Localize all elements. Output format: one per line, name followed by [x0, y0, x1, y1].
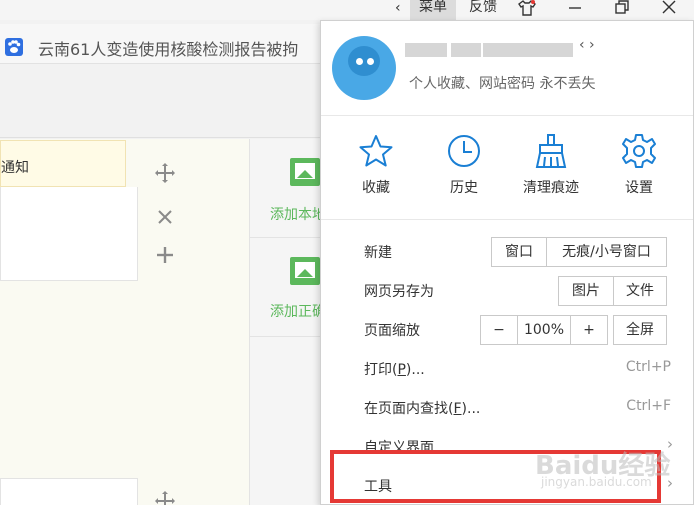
menu-item-print[interactable]: 打印(P)... Ctrl+P: [321, 349, 693, 388]
save-as-file-button[interactable]: 文件: [613, 276, 667, 306]
minimize-icon[interactable]: [567, 0, 585, 20]
customize-label: 自定义界面: [364, 440, 434, 456]
skin-shirt-icon[interactable]: [518, 0, 536, 20]
profile-slogan: 个人收藏、网站密码 永不丢失: [409, 76, 596, 92]
menu-row-save-as: 网页另存为 图片 文件: [321, 271, 693, 310]
tab-active[interactable]: 云南61人变造使用核酸检测报告被拘: [0, 30, 330, 60]
zoom-level-value: 100%: [517, 315, 571, 345]
clear-traces-label: 清理痕迹: [523, 180, 579, 196]
settings-button[interactable]: 设置: [609, 133, 669, 197]
new-label: 新建: [364, 245, 392, 261]
menu-item-find[interactable]: 在页面内查找(F)... Ctrl+F: [321, 388, 693, 427]
zoom-label: 页面缩放: [364, 323, 420, 339]
save-as-image-button[interactable]: 图片: [558, 276, 614, 306]
print-shortcut: Ctrl+P: [625, 359, 671, 375]
notice-banner[interactable]: 通知: [0, 140, 126, 187]
username-redacted: [405, 43, 447, 57]
feedback-button[interactable]: 反馈: [466, 0, 500, 20]
zoom-in-button[interactable]: +: [570, 315, 608, 345]
find-label: 在页面内查找(F)...: [364, 398, 480, 418]
add-local-block[interactable]: 添加本地: [250, 140, 330, 238]
print-label: 打印(P)...: [364, 359, 425, 379]
mascot-eye: [367, 58, 374, 65]
content-card: [0, 187, 138, 281]
find-label-prefix: 在页面内查找(: [364, 401, 454, 417]
content-card-bottom: [0, 478, 138, 505]
move-icon-bottom[interactable]: [153, 490, 177, 505]
username-redacted: [451, 43, 481, 57]
print-label-suffix: )...: [405, 362, 425, 378]
print-label-prefix: 打印(: [364, 362, 398, 378]
history-label: 历史: [450, 180, 478, 196]
broom-icon: [535, 134, 567, 168]
restore-icon[interactable]: [614, 0, 632, 20]
quick-actions: 收藏 历史 清理痕迹 设置: [321, 117, 693, 220]
tab-title: 云南61人变造使用核酸检测报告被拘: [38, 40, 299, 59]
chevron-right-icon: ›: [667, 435, 673, 453]
add-correct-label: 添加正确: [270, 304, 326, 320]
settings-label: 设置: [625, 180, 653, 196]
find-label-suffix: )...: [461, 401, 481, 417]
star-icon: [359, 135, 393, 167]
tools-label: 工具: [364, 479, 392, 495]
chevron-right-icon: ›: [667, 474, 673, 492]
avatar[interactable]: [332, 36, 396, 100]
find-shortcut: Ctrl+F: [626, 398, 671, 414]
baidu-paw-icon: [5, 38, 23, 56]
close-icon[interactable]: [661, 0, 679, 20]
find-label-key: F: [453, 401, 462, 417]
move-icon[interactable]: [153, 162, 177, 186]
clear-traces-button[interactable]: 清理痕迹: [521, 133, 581, 197]
gear-icon: [622, 134, 656, 168]
collapse-chevron-icon[interactable]: ‹: [395, 0, 407, 20]
zoom-out-button[interactable]: −: [480, 315, 518, 345]
menu-button[interactable]: 菜单: [410, 0, 456, 20]
plus-icon[interactable]: [153, 245, 177, 269]
add-correct-block[interactable]: 添加正确: [250, 239, 330, 337]
fullscreen-button[interactable]: 全屏: [613, 315, 667, 345]
image-icon: [290, 158, 320, 186]
octopus-mascot-icon: [348, 46, 380, 76]
menu-item-tools[interactable]: 工具 ›: [321, 466, 693, 504]
close-x-icon[interactable]: [153, 205, 177, 229]
history-button[interactable]: 历史: [434, 133, 494, 197]
menu-row-new: 新建 窗口 无痕/小号窗口: [321, 232, 693, 271]
profile-section[interactable]: ‹ › 个人收藏、网站密码 永不丢失: [321, 21, 693, 116]
favorites-button[interactable]: 收藏: [346, 133, 406, 197]
main-menu-dropdown: ‹ › 个人收藏、网站密码 永不丢失 收藏 历史 清理痕迹 设置 新建 窗口 无…: [320, 20, 694, 505]
clock-icon: [448, 135, 480, 167]
print-label-key: P: [397, 362, 406, 378]
favorites-label: 收藏: [362, 180, 390, 196]
mascot-eye: [356, 58, 363, 65]
image-icon: [290, 257, 320, 285]
window-titlebar: ‹ 菜单 反馈: [0, 0, 694, 20]
add-local-label: 添加本地: [270, 207, 326, 223]
save-as-label: 网页另存为: [364, 284, 434, 300]
profile-chevron-icon: ‹ ›: [579, 37, 595, 53]
menu-item-customize[interactable]: 自定义界面 ›: [321, 427, 693, 466]
menu-row-zoom: 页面缩放 − 100% + 全屏: [321, 310, 693, 349]
username-redacted: [483, 43, 573, 57]
new-window-button[interactable]: 窗口: [491, 237, 547, 267]
new-incognito-window-button[interactable]: 无痕/小号窗口: [546, 237, 667, 267]
notice-text: 通知: [1, 160, 29, 176]
